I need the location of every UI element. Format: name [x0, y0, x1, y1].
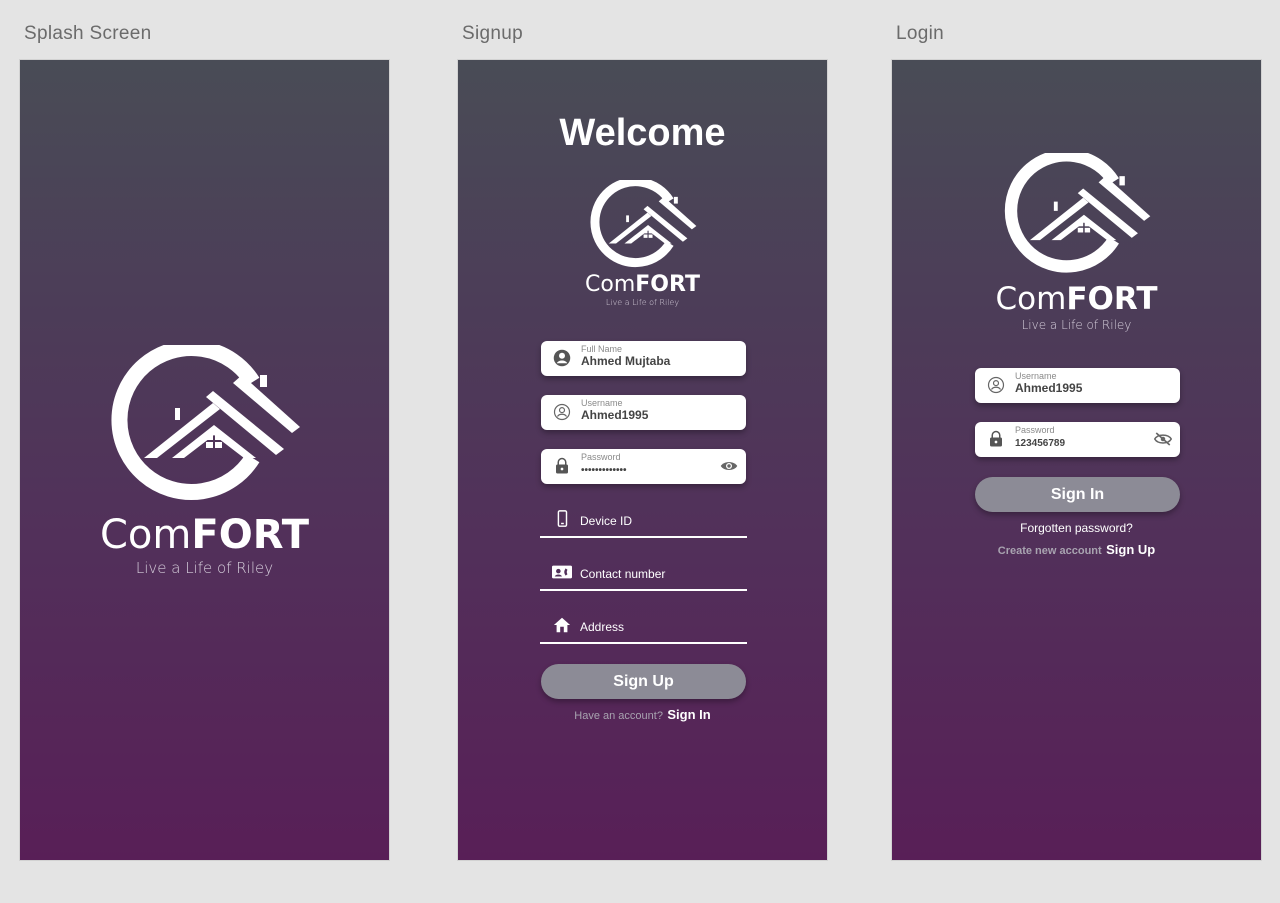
brand-tagline: Live a Life of Riley — [1021, 318, 1132, 332]
have-account-prompt: Have an account? — [574, 710, 663, 722]
password-label: Password — [581, 452, 621, 462]
splash-frame-title: Splash Screen — [24, 23, 152, 44]
full-name-value: Ahmed Mujtaba — [581, 354, 671, 368]
full-name-label: Full Name — [581, 344, 623, 354]
login-username-label: Username — [1015, 371, 1057, 381]
create-account-prompt: Create new account — [997, 545, 1102, 557]
eye-icon[interactable] — [720, 458, 738, 474]
address-placeholder: Address — [580, 620, 625, 634]
username-value: Ahmed1995 — [581, 408, 649, 422]
full-name-field[interactable]: Full Name Ahmed Mujtaba — [541, 341, 746, 376]
login-screen: ComFORT Live a Life of Riley Username Ah… — [891, 59, 1262, 861]
username-field[interactable]: Username Ahmed1995 — [541, 395, 746, 430]
house-roof-circle-icon — [100, 345, 310, 507]
forgot-password-row: Forgotten password? — [892, 519, 1261, 537]
contact-number-field[interactable]: Contact number — [540, 557, 747, 591]
house-roof-circle-icon — [996, 153, 1158, 278]
login-username-field[interactable]: Username Ahmed1995 — [975, 368, 1180, 403]
login-frame-title: Login — [896, 23, 944, 44]
home-icon — [553, 617, 571, 633]
sign-in-link[interactable]: Sign In — [667, 707, 710, 722]
sign-in-button[interactable]: Sign In — [975, 477, 1180, 512]
password-value: ••••••••••••• — [581, 465, 627, 476]
signup-screen: Welcome ComFORT Live a Life of Riley Ful… — [457, 59, 828, 861]
brand-logo: ComFORT Live a Life of Riley — [20, 345, 389, 576]
brand-wordmark: ComFORT — [100, 512, 309, 558]
password-field[interactable]: Password ••••••••••••• — [541, 449, 746, 484]
address-field[interactable]: Address — [540, 610, 747, 644]
brand-tagline: Live a Life of Riley — [135, 559, 274, 577]
login-password-label: Password — [1015, 425, 1055, 435]
welcome-heading: Welcome — [559, 112, 726, 154]
have-account-row: Have an account? Sign In — [458, 706, 827, 724]
forgot-password-link[interactable]: Forgotten password? — [1020, 521, 1133, 535]
create-account-row: Create new account Sign Up — [892, 541, 1261, 559]
contact-card-icon — [552, 565, 572, 579]
sign-up-link[interactable]: Sign Up — [1106, 542, 1155, 557]
lock-icon — [556, 457, 568, 474]
person-filled-icon — [553, 349, 571, 367]
contact-number-placeholder: Contact number — [580, 567, 666, 581]
login-password-field[interactable]: Password 123456789 — [975, 422, 1180, 457]
device-id-field[interactable]: Device ID — [540, 504, 747, 538]
username-label: Username — [581, 398, 623, 408]
brand-logo: ComFORT Live a Life of Riley — [892, 153, 1261, 331]
brand-wordmark: ComFORT — [585, 272, 700, 297]
sign-up-button[interactable]: Sign Up — [541, 664, 746, 699]
eye-off-icon[interactable] — [1154, 431, 1172, 447]
person-outline-icon — [987, 376, 1005, 394]
device-id-placeholder: Device ID — [580, 514, 633, 528]
house-roof-circle-icon — [584, 180, 702, 271]
signup-frame-title: Signup — [462, 23, 523, 44]
login-username-value: Ahmed1995 — [1015, 381, 1083, 395]
splash-screen: ComFORT Live a Life of Riley — [19, 59, 390, 861]
lock-icon — [990, 430, 1002, 447]
brand-logo: ComFORT Live a Life of Riley — [458, 180, 827, 307]
login-password-value: 123456789 — [1015, 438, 1066, 449]
brand-tagline: Live a Life of Riley — [605, 298, 680, 307]
phone-icon — [557, 510, 568, 527]
brand-wordmark: ComFORT — [995, 281, 1158, 317]
person-outline-icon — [553, 403, 571, 421]
